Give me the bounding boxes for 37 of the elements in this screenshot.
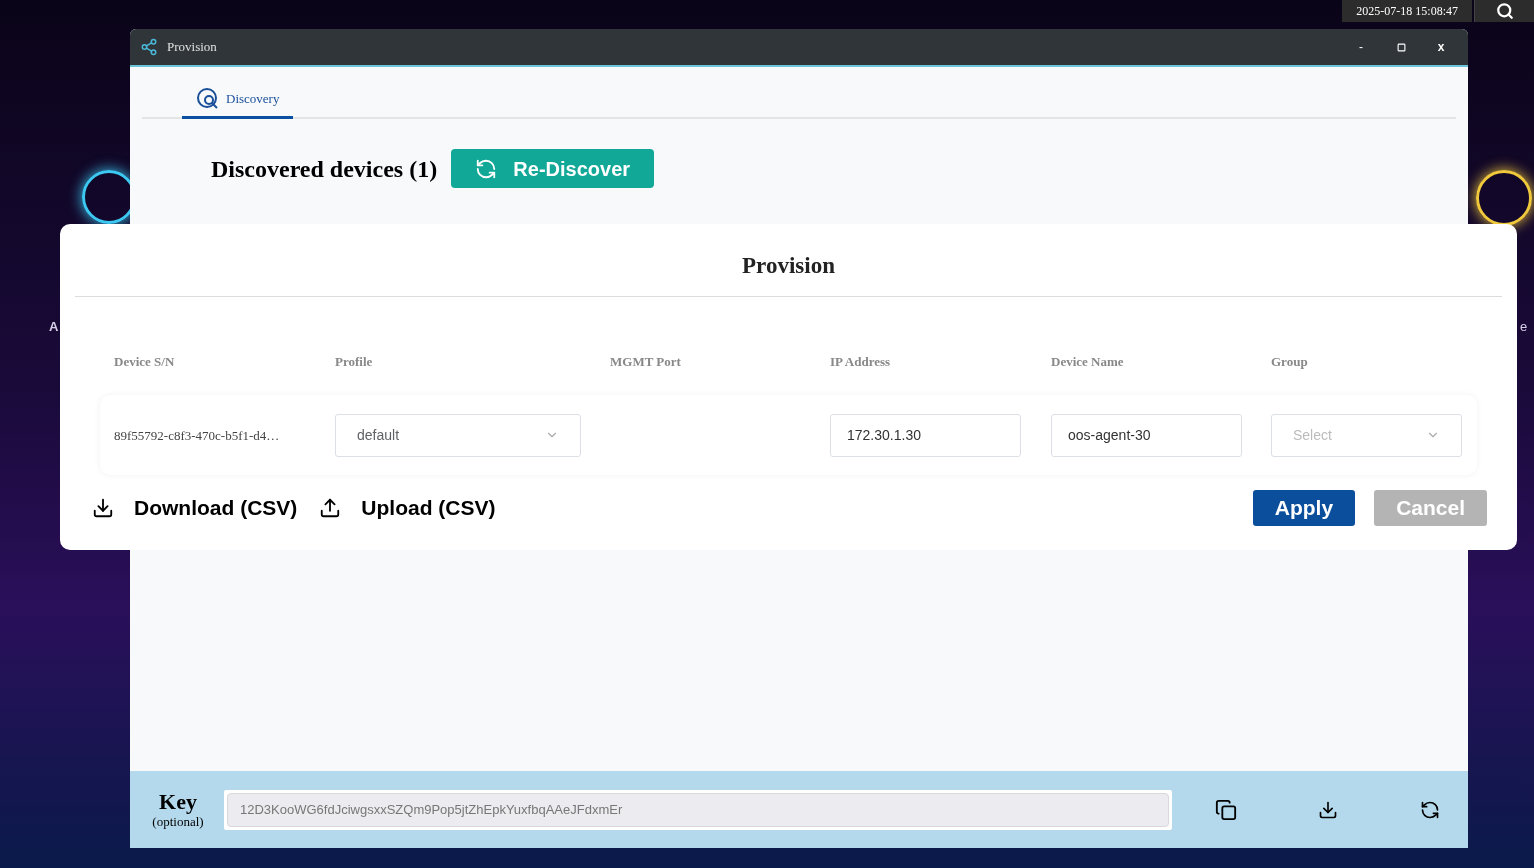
profile-select[interactable]: default — [335, 413, 581, 457]
minimize-button[interactable]: - — [1354, 38, 1368, 56]
column-header: Device S/N — [114, 354, 175, 369]
copy-icon — [1215, 798, 1237, 821]
section-heading: Discovered devices (1) — [211, 154, 438, 184]
refresh-icon — [1420, 799, 1440, 820]
globe-search-icon — [196, 86, 220, 111]
download-icon — [1318, 799, 1338, 820]
download-csv-link[interactable]: Download (CSV) — [92, 492, 298, 524]
search-icon — [1495, 2, 1514, 20]
maximize-button[interactable] — [1394, 42, 1408, 52]
upload-csv-link[interactable]: Upload (CSV) — [319, 492, 496, 524]
key-field[interactable]: 12D3KooWG6fdJciwgsxxSZQm9Pop5jtZhEpkYuxfbqAAeJFdxmEr — [224, 789, 1172, 830]
clock: 2025-07-18 15:08:47 — [1342, 0, 1472, 22]
column-header: Group — [1271, 354, 1308, 369]
column-header: Profile — [335, 354, 373, 369]
upload-icon — [319, 497, 342, 519]
key-label: Key — [159, 790, 197, 814]
column-header: IP Address — [830, 354, 891, 369]
apply-button[interactable]: Apply — [1252, 490, 1356, 526]
tab[interactable]: Discovery — [182, 81, 294, 119]
column-header: MGMT Port — [610, 354, 681, 369]
serial-number: 89f55792-c8f3-470c-b5f1-d4… — [114, 428, 280, 443]
close-button[interactable]: x — [1434, 38, 1448, 56]
refresh-icon — [475, 157, 498, 180]
column-header: Device Name — [1051, 354, 1124, 369]
app-logo-icon — [140, 38, 158, 56]
key-sublabel: (optional) — [152, 814, 204, 829]
desktop-label: A — [49, 318, 59, 336]
maximize-icon — [1396, 42, 1406, 52]
desktop-label: e — [1520, 318, 1528, 336]
download-icon — [92, 497, 114, 519]
window-title: Provision — [167, 38, 217, 57]
ip-address-field[interactable]: 172.30.1.30 — [830, 413, 1021, 457]
device-name-field[interactable]: oos-agent-30 — [1051, 413, 1242, 457]
search-button[interactable] — [1474, 0, 1534, 22]
dialog-title: Provision — [742, 251, 835, 280]
